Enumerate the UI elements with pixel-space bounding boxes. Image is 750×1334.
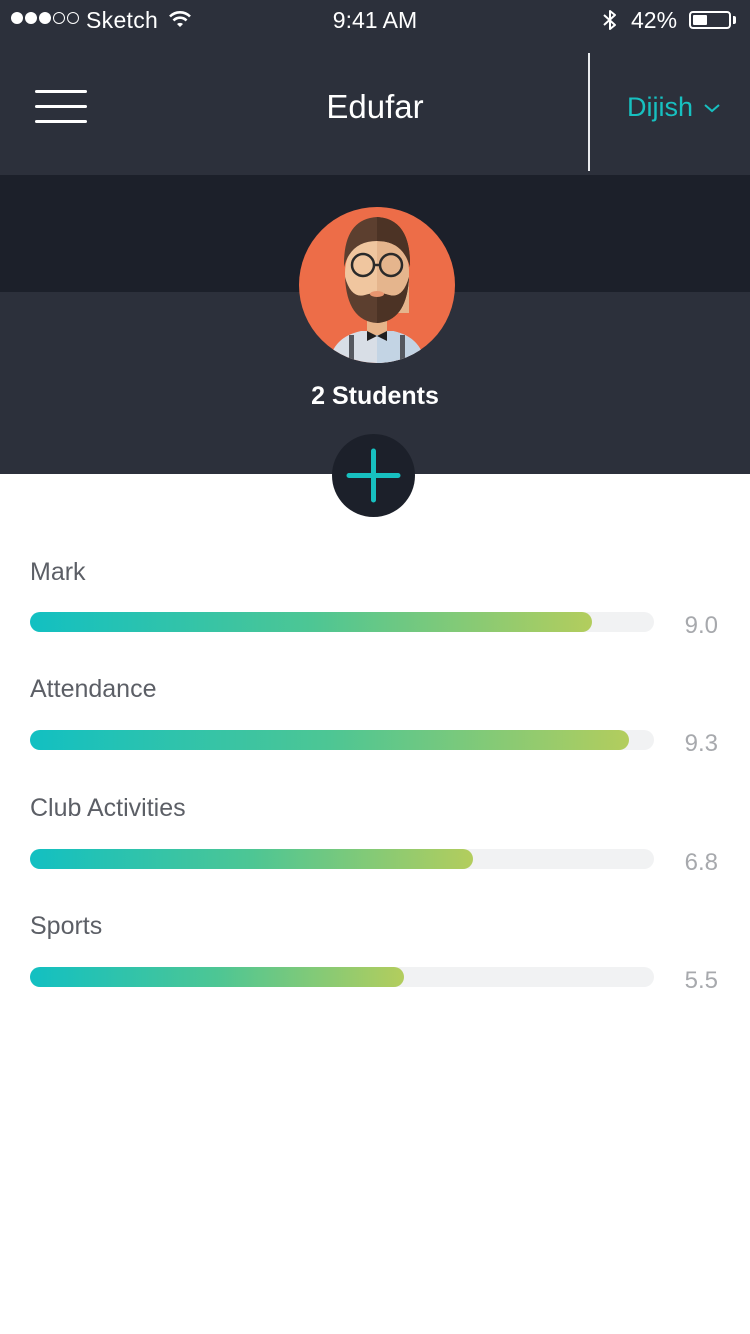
metric-row: Attendance 9.3 <box>30 675 720 775</box>
metric-row: Mark 9.0 <box>30 558 720 658</box>
metric-label: Mark <box>30 558 86 586</box>
progress-fill <box>30 967 405 987</box>
battery-level <box>693 15 707 25</box>
metric-row: Sports 5.5 <box>30 912 720 1012</box>
status-bar: Sketch 9:41 AM 42% <box>0 0 750 40</box>
progress-track <box>30 612 654 632</box>
metric-value: 9.0 <box>684 612 718 639</box>
nav-bar: Edufar Dijish <box>0 40 750 175</box>
bearded-man-avatar-icon <box>329 217 425 363</box>
app-screen: Sketch 9:41 AM 42% Edufar Dijish 2 Stude… <box>0 0 750 1334</box>
progress-fill <box>30 612 592 632</box>
students-count: 2 Students <box>311 382 439 410</box>
metric-label: Sports <box>30 912 103 940</box>
metric-label: Club Activities <box>30 794 186 822</box>
metric-row: Club Activities 6.8 <box>30 794 720 894</box>
bluetooth-icon <box>603 10 616 30</box>
progress-fill <box>30 849 474 869</box>
user-dropdown[interactable]: Dijish <box>627 92 721 123</box>
nav-divider <box>588 53 590 171</box>
battery-tip <box>733 16 736 24</box>
progress-track <box>30 849 654 869</box>
metric-value: 5.5 <box>684 967 718 994</box>
plus-icon <box>346 448 401 503</box>
metric-value: 9.3 <box>684 730 718 757</box>
progress-fill <box>30 730 630 750</box>
progress-track <box>30 967 654 987</box>
student-avatar[interactable] <box>299 207 455 363</box>
battery-icon <box>689 11 731 29</box>
chevron-down-icon <box>704 103 720 112</box>
metric-value: 6.8 <box>684 849 718 876</box>
progress-track <box>30 730 654 750</box>
add-student-button[interactable] <box>332 434 415 517</box>
metric-label: Attendance <box>30 675 157 703</box>
battery-percent: 42% <box>631 7 678 33</box>
user-name: Dijish <box>627 92 694 122</box>
